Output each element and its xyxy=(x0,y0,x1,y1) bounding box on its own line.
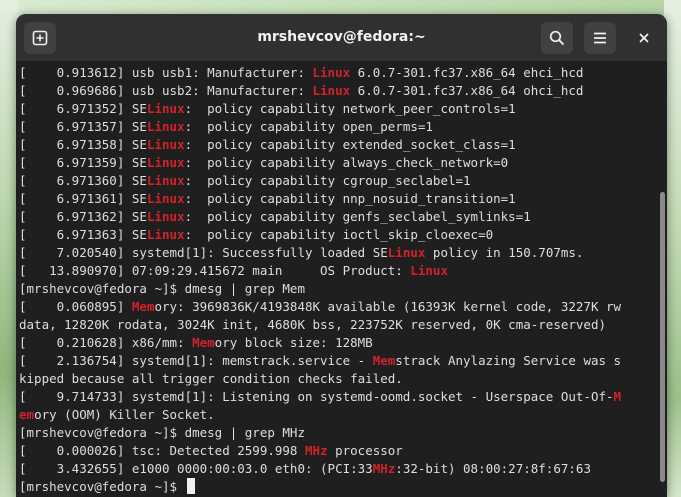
terminal-text: [ 6.971357] SE xyxy=(19,119,147,134)
terminal-text: [ 3.432655] e1000 0000:00:03.0 eth0: (PC… xyxy=(19,461,373,476)
terminal-line: [ 6.971352] SELinux: policy capability n… xyxy=(19,100,659,118)
terminal-line: [ 6.971358] SELinux: policy capability e… xyxy=(19,136,659,154)
grep-match: M xyxy=(613,389,622,404)
prompt-line[interactable]: [mrshevcov@fedora ~]$ xyxy=(19,478,659,496)
terminal-text: [ 0.210628] x86/mm: xyxy=(19,335,193,350)
scrollbar[interactable] xyxy=(660,192,665,482)
terminal-line: [ 0.060895] Memory: 3969836K/4193848K av… xyxy=(19,298,659,316)
terminal-line: [ 6.971363] SELinux: policy capability i… xyxy=(19,226,659,244)
terminal-line: emory (OOM) Killer Socket. xyxy=(19,406,659,424)
terminal-line: [ 6.971362] SELinux: policy capability g… xyxy=(19,208,659,226)
terminal-text: ory: 3969836K/4193848K available (16393K… xyxy=(154,299,622,314)
terminal-text: : policy capability genfs_seclabel_symli… xyxy=(184,209,531,224)
terminal-text: 6.0.7-301.fc37.x86_64 ehci_hcd xyxy=(350,65,584,80)
terminal-line: [mrshevcov@fedora ~]$ dmesg | grep Mem xyxy=(19,280,659,298)
terminal-line: [ 3.432655] e1000 0000:00:03.0 eth0: (PC… xyxy=(19,460,659,478)
terminal-text: [ 6.971361] SE xyxy=(19,191,147,206)
new-tab-button[interactable] xyxy=(24,22,56,54)
terminal-line: [ 6.971357] SELinux: policy capability o… xyxy=(19,118,659,136)
terminal-line: [ 6.971361] SELinux: policy capability n… xyxy=(19,190,659,208)
shell-prompt: [mrshevcov@fedora ~]$ xyxy=(19,479,185,494)
grep-match: MHz xyxy=(304,443,328,458)
terminal-text: ory (OOM) Killer Socket. xyxy=(34,407,215,422)
terminal-text: [ 0.000026] tsc: Detected 2599.998 xyxy=(19,443,305,458)
terminal-text: ory block size: 128MB xyxy=(214,335,373,350)
terminal-line: [ 0.969686] usb usb2: Manufacturer: Linu… xyxy=(19,82,659,100)
terminal-text: : policy capability network_peer_control… xyxy=(184,101,516,116)
grep-match: Linux xyxy=(146,119,185,134)
grep-match: Mem xyxy=(131,299,155,314)
terminal-text: [ 6.971352] SE xyxy=(19,101,147,116)
grep-match: Linux xyxy=(387,245,426,260)
grep-match: Linux xyxy=(312,65,351,80)
grep-match: Linux xyxy=(146,227,185,242)
terminal-text: : policy capability open_perms=1 xyxy=(184,119,433,134)
terminal-text: : policy capability extended_socket_clas… xyxy=(184,137,516,152)
terminal-line: [ 0.000026] tsc: Detected 2599.998 MHz p… xyxy=(19,442,659,460)
terminal-text: [ 13.890970] 07:09:29.415672 main OS Pro… xyxy=(19,263,411,278)
terminal-text: [ 0.913612] usb usb1: Manufacturer: xyxy=(19,65,313,80)
terminal-output[interactable]: [ 0.913612] usb usb1: Manufacturer: Linu… xyxy=(16,62,667,497)
terminal-text: [ 7.020540] systemd[1]: Successfully loa… xyxy=(19,245,388,260)
terminal-line: [ 6.971359] SELinux: policy capability a… xyxy=(19,154,659,172)
terminal-text: : policy capability ioctl_skip_cloexec=0 xyxy=(184,227,494,242)
terminal-text: strack Anylazing Service was s xyxy=(395,353,622,368)
grep-match: Mem xyxy=(372,353,396,368)
terminal-text: kipped because all trigger condition che… xyxy=(19,371,403,386)
terminal-text: : policy capability always_check_network… xyxy=(184,155,509,170)
grep-match: Linux xyxy=(312,83,351,98)
terminal-text: [ 6.971363] SE xyxy=(19,227,147,242)
terminal-text: 6.0.7-301.fc37.x86_64 ohci_hcd xyxy=(350,83,584,98)
terminal-text: [ 6.971360] SE xyxy=(19,173,147,188)
grep-match: em xyxy=(19,407,35,422)
terminal-window: mrshevcov@fedora:~ [ 0.913612] usb usb1:… xyxy=(16,14,667,497)
terminal-line: [ 13.890970] 07:09:29.415672 main OS Pro… xyxy=(19,262,659,280)
grep-match: Linux xyxy=(146,101,185,116)
terminal-line: data, 12820K rodata, 3024K init, 4680K b… xyxy=(19,316,659,334)
terminal-text: [ 6.971362] SE xyxy=(19,209,147,224)
hamburger-menu-icon xyxy=(594,32,606,44)
terminal-text: [ 2.136754] systemd[1]: memstrack.servic… xyxy=(19,353,373,368)
search-button[interactable] xyxy=(541,22,573,54)
terminal-line: [ 0.210628] x86/mm: Memory block size: 1… xyxy=(19,334,659,352)
grep-match: MHz xyxy=(372,461,396,476)
grep-match: Linux xyxy=(146,137,185,152)
terminal-text: [ 0.969686] usb usb2: Manufacturer: xyxy=(19,83,313,98)
terminal-line: kipped because all trigger condition che… xyxy=(19,370,659,388)
header-bar[interactable]: mrshevcov@fedora:~ xyxy=(16,14,667,62)
terminal-text: data, 12820K rodata, 3024K init, 4680K b… xyxy=(19,317,606,332)
terminal-text: [mrshevcov@fedora ~]$ dmesg | grep MHz xyxy=(19,425,305,440)
terminal-text: :32-bit) 08:00:27:8f:67:63 xyxy=(395,461,591,476)
terminal-line: [ 7.020540] systemd[1]: Successfully loa… xyxy=(19,244,659,262)
close-icon xyxy=(639,33,649,43)
terminal-text: [mrshevcov@fedora ~]$ dmesg | grep Mem xyxy=(19,281,305,296)
grep-match: Linux xyxy=(146,191,185,206)
grep-match: Linux xyxy=(146,155,185,170)
terminal-text: [ 6.971358] SE xyxy=(19,137,147,152)
terminal-text: processor xyxy=(327,443,403,458)
terminal-lines: [ 0.913612] usb usb1: Manufacturer: Linu… xyxy=(19,64,659,496)
text-cursor xyxy=(186,478,195,494)
menu-button[interactable] xyxy=(584,22,616,54)
terminal-text: policy in 150.707ms. xyxy=(425,245,584,260)
terminal-line: [ 9.714733] systemd[1]: Listening on sys… xyxy=(19,388,659,406)
terminal-line: [ 0.913612] usb usb1: Manufacturer: Linu… xyxy=(19,64,659,82)
terminal-line: [mrshevcov@fedora ~]$ dmesg | grep MHz xyxy=(19,424,659,442)
terminal-text: [ 9.714733] systemd[1]: Listening on sys… xyxy=(19,389,614,404)
terminal-text: [ 0.060895] xyxy=(19,299,132,314)
terminal-text: : policy capability nnp_nosuid_transitio… xyxy=(184,191,516,206)
terminal-text: : policy capability cgroup_seclabel=1 xyxy=(184,173,471,188)
grep-match: Mem xyxy=(192,335,215,350)
terminal-line: [ 2.136754] systemd[1]: memstrack.servic… xyxy=(19,352,659,370)
grep-match: Linux xyxy=(146,173,185,188)
close-button[interactable] xyxy=(632,26,656,50)
grep-match: Linux xyxy=(410,263,448,278)
terminal-text: [ 6.971359] SE xyxy=(19,155,147,170)
terminal-line: [ 6.971360] SELinux: policy capability c… xyxy=(19,172,659,190)
grep-match: Linux xyxy=(146,209,185,224)
new-tab-icon xyxy=(32,30,48,46)
search-icon xyxy=(549,30,565,46)
